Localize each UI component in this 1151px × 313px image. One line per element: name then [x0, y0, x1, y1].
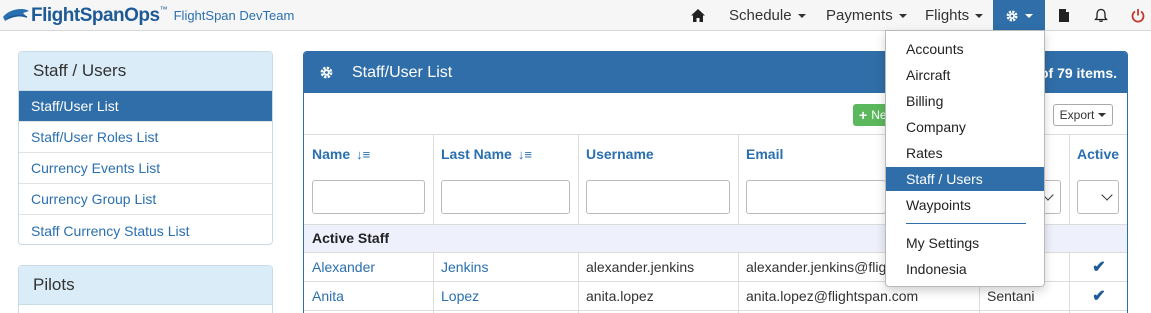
column-header-username[interactable]: Username — [578, 139, 738, 169]
documents-button[interactable] — [1054, 0, 1074, 31]
cell-name[interactable]: Anita — [304, 281, 433, 310]
settings-menu-button[interactable] — [993, 0, 1045, 31]
menu-item-waypoints[interactable]: Waypoints — [886, 193, 1044, 217]
email-filter-input[interactable] — [746, 180, 886, 214]
cell-last-name[interactable]: Jenkins — [433, 252, 578, 281]
plus-icon: + — [859, 107, 868, 123]
gear-icon — [1006, 9, 1018, 22]
chevron-down-icon — [1101, 189, 1113, 201]
sort-ascending-icon: ↓≡ — [517, 146, 532, 162]
power-icon — [1131, 9, 1145, 23]
menu-item-accounts[interactable]: Accounts — [886, 37, 1044, 61]
top-navbar: FlightSpanOps ™ FlightSpan DevTeam Sched… — [0, 0, 1151, 31]
nav-flights-label: Flights — [925, 7, 970, 24]
chevron-down-icon — [898, 13, 907, 18]
export-button[interactable]: Export — [1053, 104, 1113, 126]
menu-item-aircraft[interactable]: Aircraft — [886, 63, 1044, 87]
column-header-active[interactable]: Active — [1069, 139, 1127, 169]
plane-logo-icon — [3, 8, 29, 21]
menu-item-billing[interactable]: Billing — [886, 89, 1044, 113]
panel-title: Staff/User List — [352, 63, 453, 81]
nav-schedule-label: Schedule — [729, 7, 792, 24]
column-header-username-label: Username — [586, 146, 654, 162]
menu-item-rates[interactable]: Rates — [886, 141, 1044, 165]
column-header-name[interactable]: Name ↓≡ — [304, 139, 433, 169]
active-filter-select[interactable] — [1077, 180, 1119, 214]
staff-users-panel: Staff / Users Staff/User List Staff/User… — [18, 51, 273, 245]
nav-flights[interactable]: Flights — [925, 0, 984, 31]
notifications-button[interactable] — [1091, 0, 1111, 31]
staff-users-panel-title: Staff / Users — [19, 52, 272, 91]
last-name-filter-input[interactable] — [441, 180, 570, 214]
column-header-email[interactable]: Email — [738, 139, 878, 169]
chevron-down-icon — [1025, 13, 1033, 18]
sidebar-item-staff-currency-status-list[interactable]: Staff Currency Status List — [19, 215, 272, 246]
sidebar-item-staff-user-roles-list[interactable]: Staff/User Roles List — [19, 122, 272, 153]
column-header-active-label: Active — [1077, 146, 1120, 162]
gear-icon — [320, 66, 333, 79]
nav-payments-label: Payments — [826, 7, 893, 24]
item-count: of 79 items. — [1039, 64, 1117, 81]
sort-ascending-icon: ↓≡ — [356, 146, 371, 162]
row-divider — [304, 310, 1127, 311]
sidebar-item-currency-group-list[interactable]: Currency Group List — [19, 184, 272, 215]
brand[interactable]: FlightSpanOps ™ FlightSpan DevTeam — [0, 0, 294, 31]
menu-item-company[interactable]: Company — [886, 115, 1044, 139]
active-check-icon: ✔ — [1092, 258, 1106, 276]
file-icon — [1059, 9, 1069, 22]
cell-name[interactable]: Alexander — [304, 252, 433, 281]
menu-divider — [906, 223, 1026, 224]
sidebar-item-currency-events-list[interactable]: Currency Events List — [19, 153, 272, 184]
group-row-label: Active Staff — [312, 230, 390, 246]
sidebar-item-staff-user-list[interactable]: Staff/User List — [19, 91, 272, 122]
name-filter-input[interactable] — [312, 180, 425, 214]
pilots-panel: Pilots — [18, 265, 273, 313]
column-header-name-label: Name — [312, 146, 351, 162]
username-filter-input[interactable] — [586, 180, 730, 214]
nav-payments[interactable]: Payments — [826, 0, 907, 31]
active-check-icon: ✔ — [1092, 287, 1106, 305]
pilots-panel-title: Pilots — [19, 266, 272, 305]
column-header-last-name[interactable]: Last Name ↓≡ — [433, 139, 578, 169]
cell-last-name[interactable]: Lopez — [433, 281, 578, 310]
column-header-email-label: Email — [746, 146, 784, 162]
chevron-down-icon — [1098, 113, 1107, 117]
brand-name: FlightSpanOps — [31, 4, 160, 26]
brand-trademark: ™ — [159, 5, 168, 14]
cell-username: alexander.jenkins — [586, 258, 695, 275]
logout-button[interactable] — [1128, 0, 1148, 31]
settings-dropdown-menu: Accounts Aircraft Billing Company Rates … — [885, 30, 1045, 287]
home-button[interactable] — [686, 0, 710, 31]
chevron-down-icon — [797, 13, 806, 18]
nav-schedule[interactable]: Schedule — [729, 0, 806, 31]
menu-item-my-settings[interactable]: My Settings — [886, 231, 1044, 255]
home-icon — [691, 9, 705, 22]
brand-team: FlightSpan DevTeam — [173, 8, 295, 23]
menu-item-indonesia[interactable]: Indonesia — [886, 257, 1044, 281]
cell-username: anita.lopez — [586, 287, 654, 304]
column-header-last-name-label: Last Name — [441, 146, 512, 162]
export-button-label: Export — [1059, 108, 1095, 122]
menu-item-staff-users[interactable]: Staff / Users — [886, 167, 1044, 191]
bell-icon — [1094, 8, 1108, 22]
chevron-down-icon — [975, 13, 984, 18]
